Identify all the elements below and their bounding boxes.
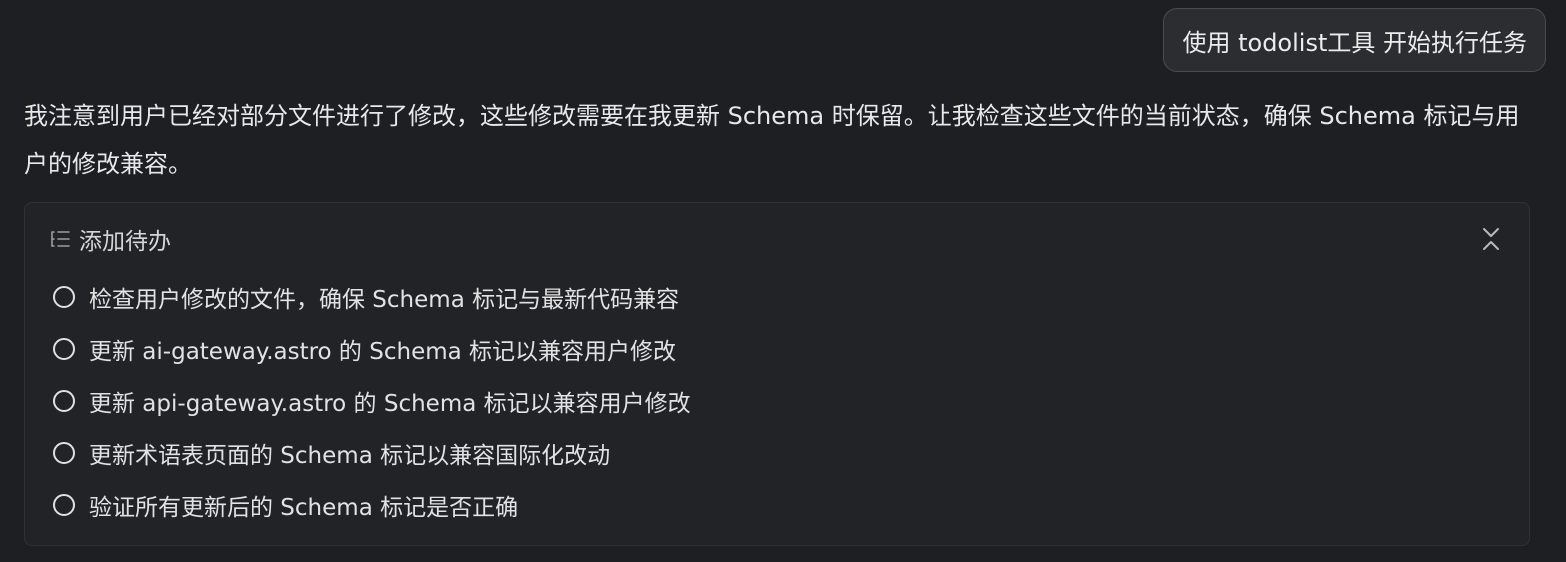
unchecked-circle-icon[interactable] bbox=[53, 442, 75, 464]
assistant-message: 我注意到用户已经对部分文件进行了修改，这些修改需要在我更新 Schema 时保留… bbox=[24, 102, 1520, 178]
todo-item[interactable]: 更新术语表页面的 Schema 标记以兼容国际化改动 bbox=[53, 427, 691, 479]
todo-item-label: 验证所有更新后的 Schema 标记是否正确 bbox=[89, 495, 519, 521]
chat-view: 使用 todolist工具 开始执行任务 我注意到用户已经对部分文件进行了修改，… bbox=[0, 0, 1566, 562]
todo-list: 检查用户修改的文件，确保 Schema 标记与最新代码兼容 更新 ai-gate… bbox=[53, 271, 691, 531]
todo-card-header: 添加待办 bbox=[49, 221, 1505, 257]
user-message-bubble: 使用 todolist工具 开始执行任务 bbox=[1163, 8, 1546, 72]
list-icon bbox=[49, 228, 71, 250]
unchecked-circle-icon[interactable] bbox=[53, 494, 75, 516]
collapse-button[interactable] bbox=[1477, 225, 1505, 253]
todo-item[interactable]: 检查用户修改的文件，确保 Schema 标记与最新代码兼容 bbox=[53, 271, 691, 323]
unchecked-circle-icon[interactable] bbox=[53, 286, 75, 308]
todo-item[interactable]: 验证所有更新后的 Schema 标记是否正确 bbox=[53, 479, 691, 531]
todo-item[interactable]: 更新 api-gateway.astro 的 Schema 标记以兼容用户修改 bbox=[53, 375, 691, 427]
todo-item-label: 更新 api-gateway.astro 的 Schema 标记以兼容用户修改 bbox=[89, 391, 691, 417]
todo-item[interactable]: 更新 ai-gateway.astro 的 Schema 标记以兼容用户修改 bbox=[53, 323, 691, 375]
unchecked-circle-icon[interactable] bbox=[53, 338, 75, 360]
todo-item-label: 更新术语表页面的 Schema 标记以兼容国际化改动 bbox=[89, 443, 611, 469]
todo-item-label: 更新 ai-gateway.astro 的 Schema 标记以兼容用户修改 bbox=[89, 339, 677, 365]
user-message-text: 使用 todolist工具 开始执行任务 bbox=[1182, 28, 1527, 57]
unchecked-circle-icon[interactable] bbox=[53, 390, 75, 412]
todo-card: 添加待办 检查用户修改的文件，确保 Schema 标记与最新代码兼容 更新 ai… bbox=[24, 202, 1530, 546]
collapse-icon bbox=[1483, 228, 1499, 250]
todo-item-label: 检查用户修改的文件，确保 Schema 标记与最新代码兼容 bbox=[89, 287, 680, 313]
todo-card-title: 添加待办 bbox=[79, 229, 171, 255]
